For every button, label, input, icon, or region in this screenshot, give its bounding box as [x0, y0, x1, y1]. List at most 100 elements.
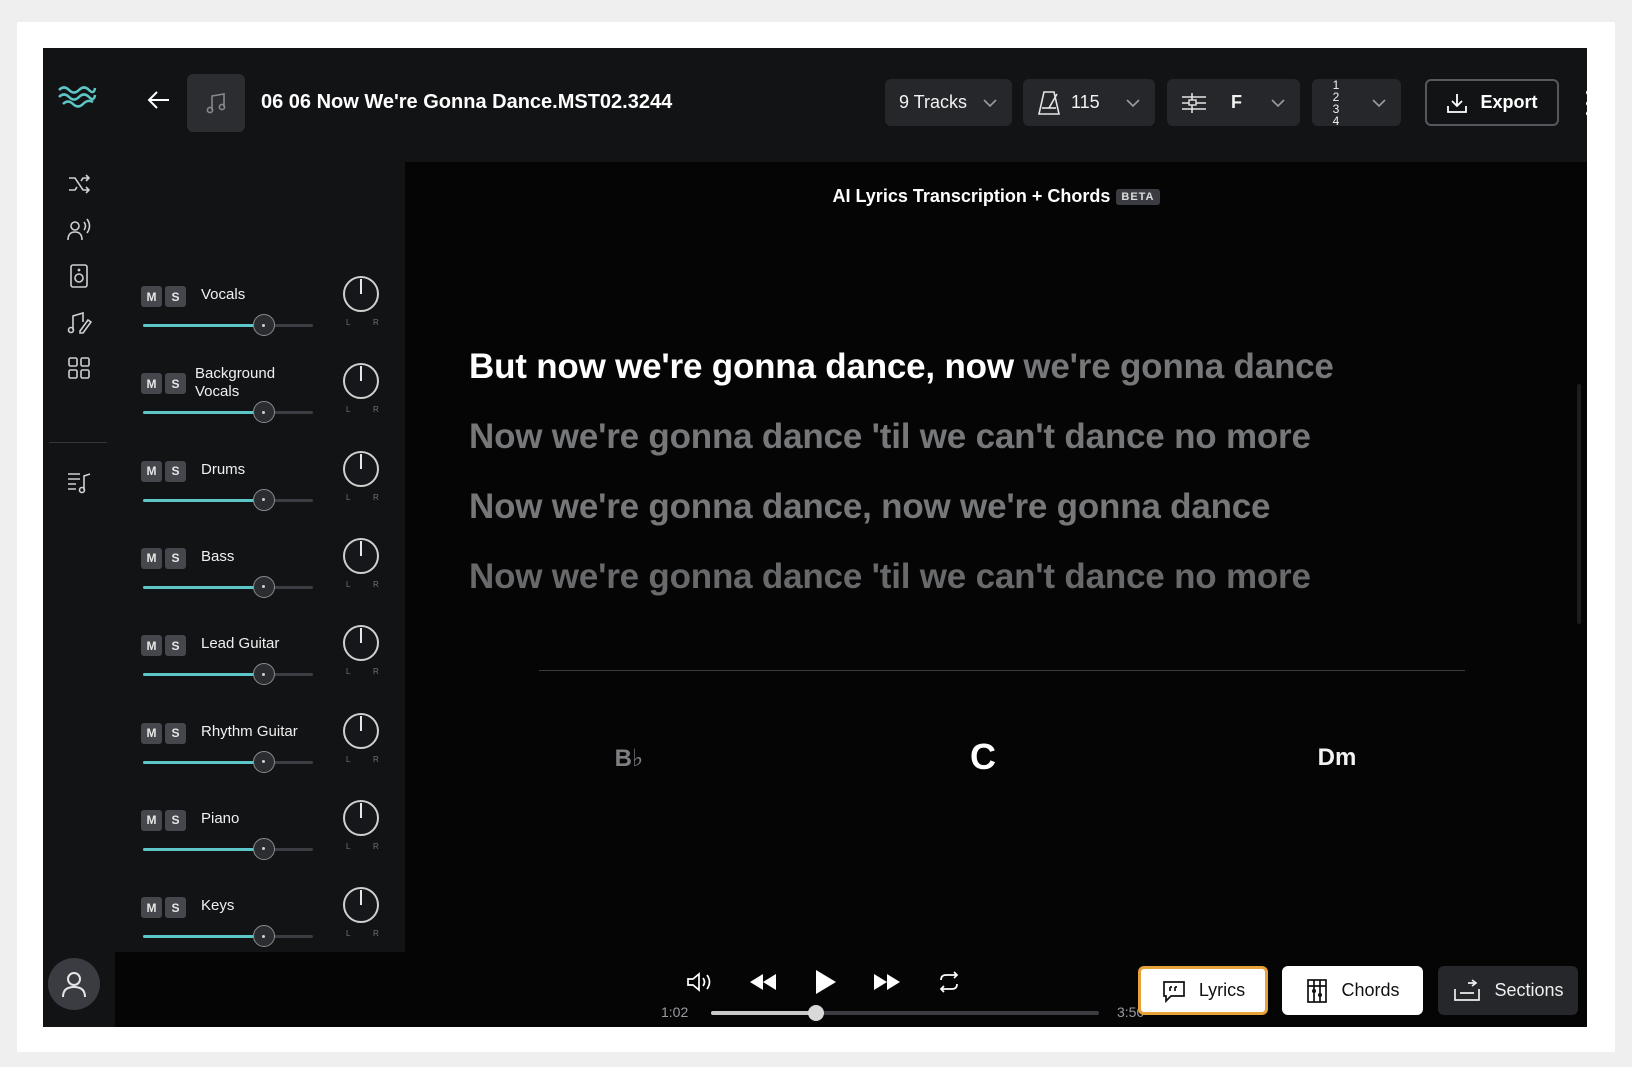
playback-progress[interactable]	[711, 1005, 1099, 1021]
volume-fill	[143, 935, 264, 939]
pan-right-label: R	[373, 579, 379, 589]
loop-icon[interactable]	[931, 966, 967, 998]
solo-button[interactable]: S	[165, 897, 186, 919]
export-button[interactable]: Export	[1425, 79, 1559, 126]
volume-slider[interactable]	[143, 314, 313, 336]
lyric-sung-part: But now we're gonna dance, now	[469, 347, 1014, 386]
pan-left-label: L	[346, 405, 351, 415]
back-arrow-icon[interactable]	[145, 88, 173, 112]
mute-solo-group: MS	[141, 722, 186, 744]
volume-fill	[143, 498, 264, 502]
speaker-icon[interactable]	[65, 262, 93, 290]
volume-handle[interactable]	[252, 401, 275, 424]
volume-handle[interactable]	[252, 837, 275, 860]
transport-bar: 1:02 3:50 Lyrics Chords Sections	[115, 952, 1587, 1027]
volume-slider[interactable]	[143, 750, 313, 773]
volume-handle[interactable]	[252, 750, 275, 773]
volume-handle[interactable]	[252, 488, 275, 511]
rewind-icon[interactable]	[745, 966, 781, 998]
volume-fill	[143, 760, 264, 764]
lyrics-view-label: Lyrics	[1198, 980, 1246, 1000]
volume-fill	[143, 585, 264, 589]
sections-view-button[interactable]: Sections	[1438, 966, 1578, 1015]
pan-knob[interactable]	[343, 276, 379, 312]
lyric-line-current[interactable]: But now we're gonna dance, now we're gon…	[469, 332, 1549, 402]
logo-waves-icon[interactable]	[57, 84, 97, 113]
chords-view-button[interactable]: Chords	[1282, 966, 1423, 1015]
volume-handle[interactable]	[252, 314, 275, 336]
lyrics-view-button[interactable]: Lyrics	[1138, 966, 1268, 1015]
mute-button[interactable]: M	[141, 460, 162, 482]
volume-fill	[143, 847, 264, 851]
lyrics-stage: AI Lyrics Transcription + Chords BETA But…	[405, 162, 1587, 952]
mute-button[interactable]: M	[141, 373, 162, 395]
mute-button[interactable]: M	[141, 635, 162, 657]
mute-button[interactable]: M	[141, 286, 162, 307]
mute-button[interactable]: M	[141, 809, 162, 831]
volume-fill	[143, 673, 264, 677]
pan-knob[interactable]	[343, 363, 379, 400]
fast-forward-icon[interactable]	[869, 966, 905, 998]
volume-handle[interactable]	[252, 925, 275, 948]
beta-badge: BETA	[1116, 189, 1160, 205]
chevron-down-icon	[1126, 98, 1140, 107]
volume-handle[interactable]	[252, 575, 275, 598]
progress-handle[interactable]	[807, 1005, 824, 1021]
track-name: Drums	[201, 460, 246, 478]
solo-button[interactable]: S	[165, 809, 186, 831]
tracks-dropdown[interactable]: 9 Tracks	[885, 79, 1012, 126]
volume-slider[interactable]	[143, 663, 313, 686]
volume-slider[interactable]	[143, 575, 313, 598]
rail-divider	[49, 442, 107, 443]
mute-solo-group: MS	[141, 635, 186, 657]
user-avatar[interactable]	[48, 958, 100, 1010]
solo-button[interactable]: S	[165, 635, 186, 657]
pan-left-label: L	[346, 579, 351, 589]
time-signature-dropdown[interactable]: 1 23 4	[1312, 79, 1401, 127]
lyric-line[interactable]: Now we're gonna dance 'til we can't danc…	[469, 402, 1549, 472]
solo-button[interactable]: S	[165, 373, 186, 395]
mixer-track: M S Drums L R	[141, 450, 381, 531]
music-note-icon	[206, 93, 226, 114]
volume-slider[interactable]	[143, 401, 313, 424]
volume-slider[interactable]	[143, 837, 313, 860]
lyric-line[interactable]: Now we're gonna dance, now we're gonna d…	[469, 472, 1549, 542]
pan-knob[interactable]	[343, 712, 379, 749]
music-edit-icon[interactable]	[65, 308, 93, 336]
pan-knob[interactable]	[343, 887, 379, 924]
solo-button[interactable]: S	[165, 286, 186, 307]
mute-solo-group: MS	[141, 897, 186, 919]
mute-button[interactable]: M	[141, 547, 162, 569]
export-label: Export	[1480, 92, 1538, 112]
stage-title-text: AI Lyrics Transcription + Chords	[832, 186, 1111, 206]
playlist-icon[interactable]	[65, 468, 93, 496]
pan-knob[interactable]	[343, 799, 379, 836]
play-icon[interactable]	[807, 966, 843, 998]
volume-icon[interactable]	[682, 966, 718, 998]
more-options-icon[interactable]	[1583, 90, 1587, 116]
track-name: Lead Guitar	[201, 635, 280, 653]
mute-button[interactable]: M	[141, 897, 162, 919]
lyric-line[interactable]: Now we're gonna dance 'til we can't danc…	[469, 542, 1549, 612]
solo-button[interactable]: S	[165, 460, 186, 482]
key-dropdown[interactable]: F	[1167, 79, 1300, 126]
lyrics-scrollbar[interactable]	[1577, 384, 1581, 624]
grid-icon[interactable]	[65, 354, 93, 382]
voice-icon[interactable]	[65, 216, 93, 244]
solo-button[interactable]: S	[165, 547, 186, 569]
volume-slider[interactable]	[143, 925, 313, 948]
volume-handle[interactable]	[252, 663, 275, 686]
stage-title: AI Lyrics Transcription + Chords BETA	[405, 186, 1587, 207]
shuffle-icon[interactable]	[65, 170, 93, 198]
pan-knob[interactable]	[343, 537, 379, 574]
pan-knob[interactable]	[343, 625, 379, 662]
mute-solo-group: MS	[141, 809, 186, 831]
solo-button[interactable]: S	[165, 722, 186, 744]
tempo-dropdown[interactable]: 115	[1023, 79, 1155, 126]
pan-knob[interactable]	[343, 450, 379, 487]
tempo-value: 115	[1071, 92, 1100, 112]
mute-button[interactable]: M	[141, 722, 162, 744]
chevron-down-icon	[983, 98, 997, 107]
volume-slider[interactable]	[143, 488, 313, 511]
pan-left-label: L	[346, 318, 351, 327]
